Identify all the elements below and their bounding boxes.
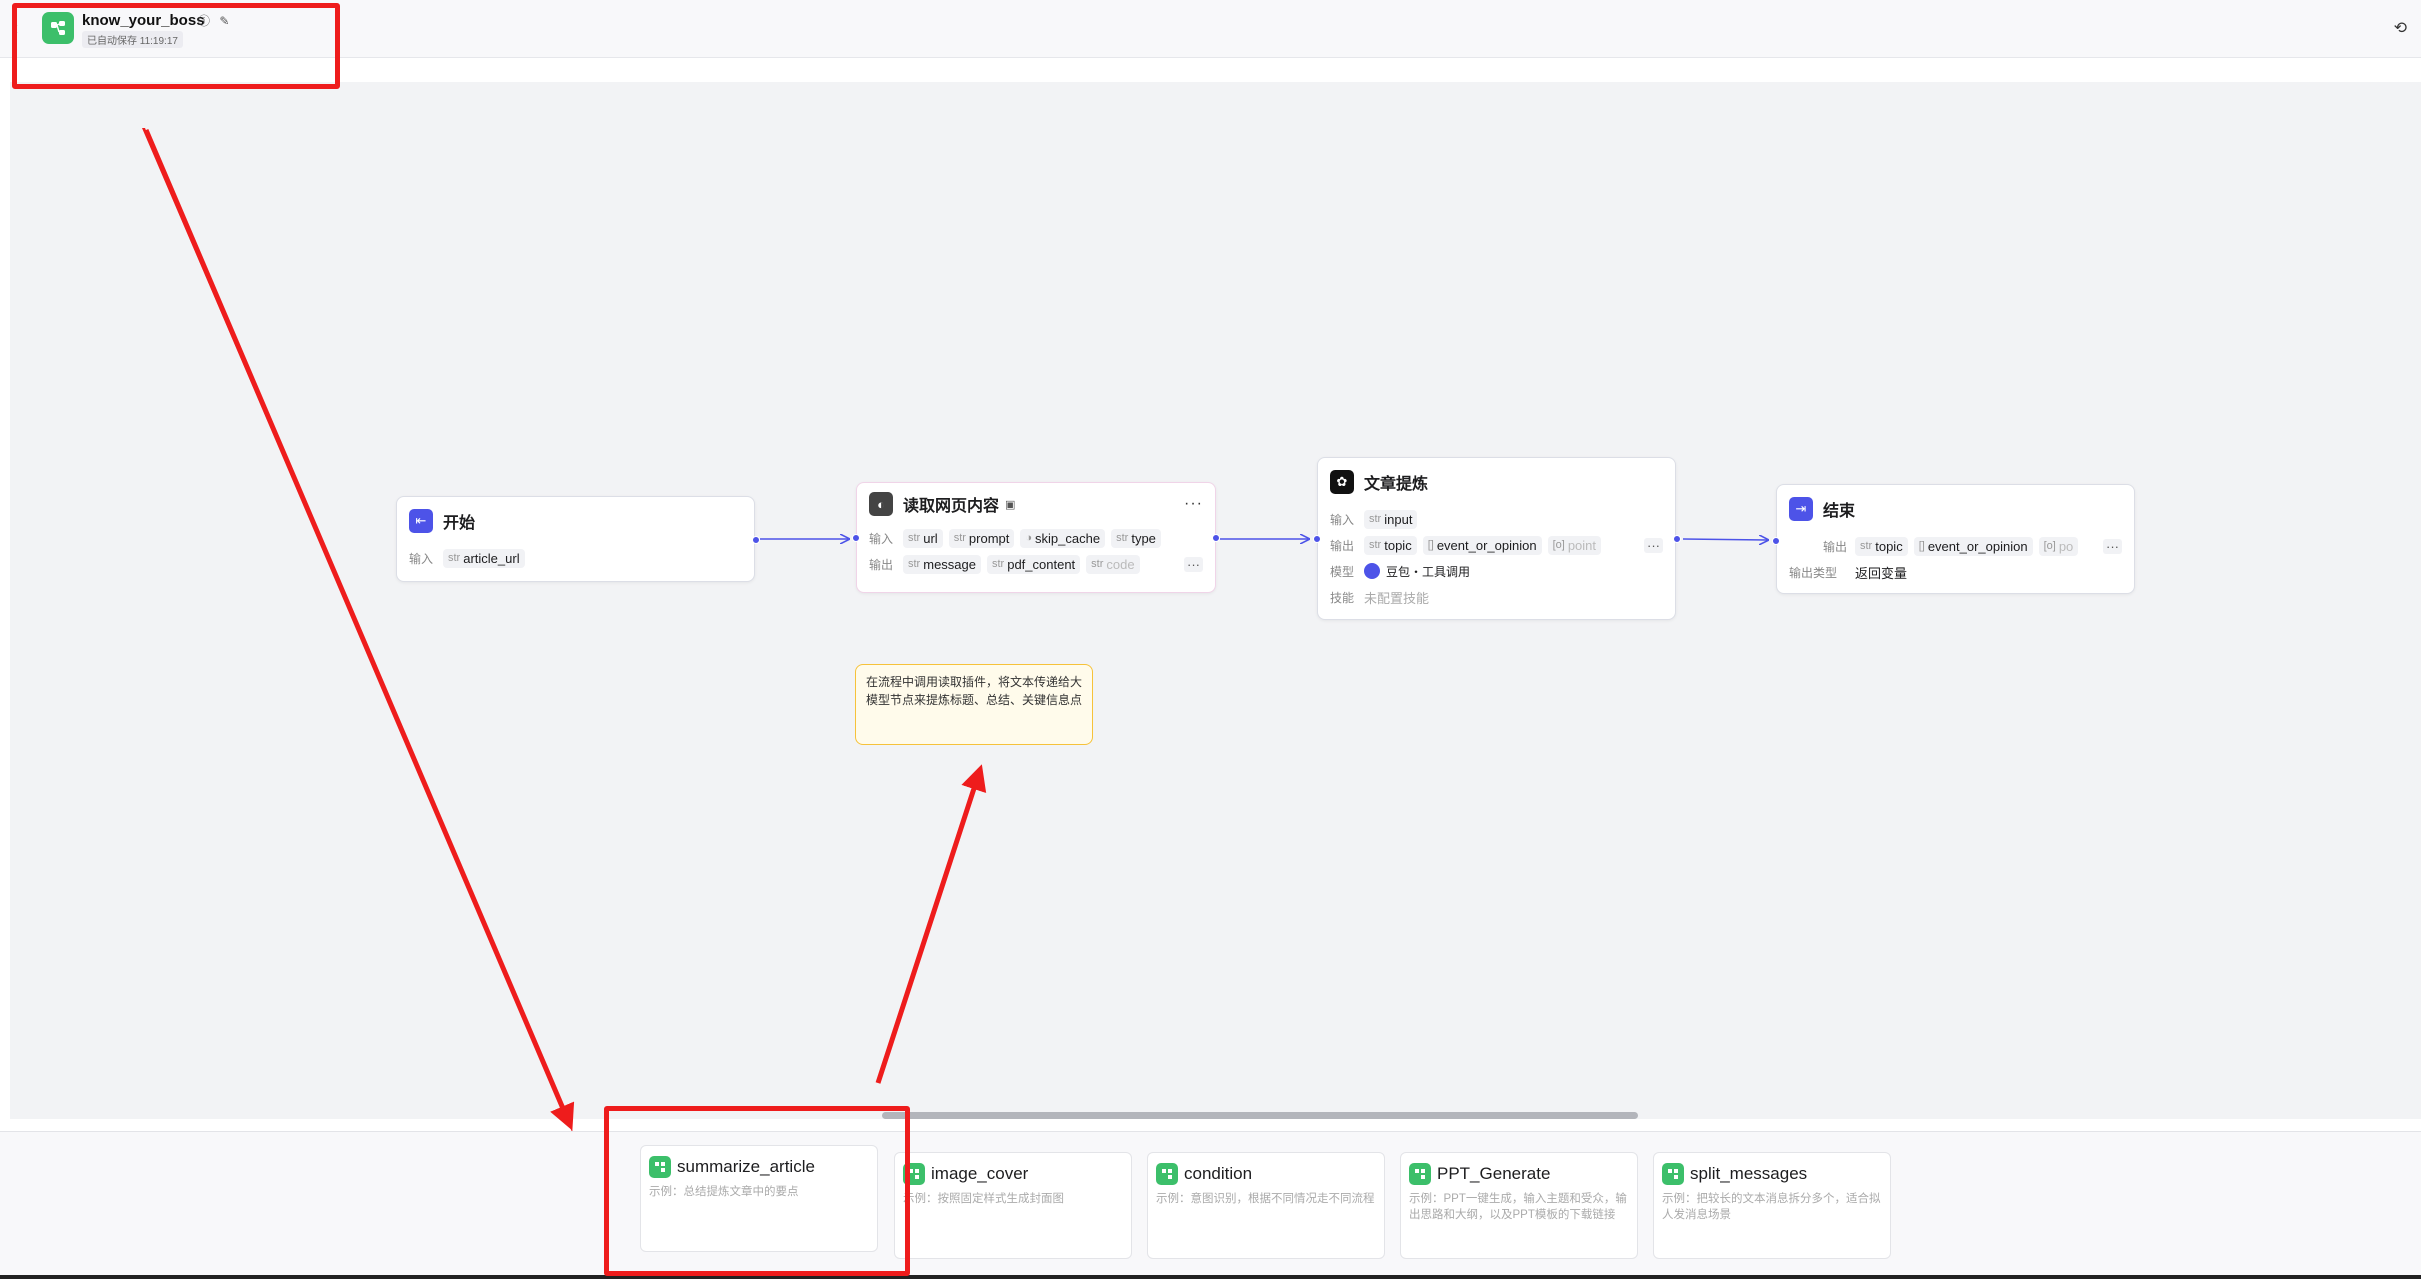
- input-label: 输入: [869, 531, 894, 546]
- output-label: 输出: [1330, 538, 1355, 553]
- end-node-icon: ⇥: [1789, 497, 1813, 521]
- model-value: 豆包・工具调用: [1386, 564, 1471, 579]
- more-outputs-button[interactable]: ···: [1184, 556, 1203, 572]
- template-desc: 示例：把较长的文本消息拆分多个，适合拟人发消息场景: [1662, 1193, 1881, 1221]
- variable-chip: str code: [1086, 554, 1140, 574]
- variable-chip: str message: [903, 554, 981, 574]
- history-icon[interactable]: ⟲: [2394, 18, 2407, 38]
- output-type-value: 返回变量: [1855, 565, 1908, 581]
- model-label: 模型: [1330, 564, 1355, 579]
- comment-note[interactable]: 在流程中调用读取插件，将文本传递给大模型节点来提炼标题、总结、关键信息点: [855, 664, 1093, 745]
- workflow-icon: [1662, 1163, 1684, 1185]
- input-port[interactable]: [1313, 535, 1321, 543]
- variable-chip: [o] point: [1547, 535, 1602, 555]
- bottom-border: [0, 1275, 2421, 1279]
- output-type-label: 输出类型: [1789, 565, 1838, 580]
- workflow-icon: [1156, 1163, 1178, 1185]
- template-card-split-messages[interactable]: split_messages 示例：把较长的文本消息拆分多个，适合拟人发消息场景: [1653, 1152, 1891, 1259]
- node-title: 读取网页内容: [903, 498, 1000, 515]
- start-node-icon: ⇤: [409, 509, 433, 533]
- node-article-extract[interactable]: ✿ 文章提炼 输入 str input 输出 str topic [] event_o…: [1313, 457, 1681, 620]
- input-port[interactable]: [852, 534, 860, 542]
- variable-chip: [] event_or_opinion: [1913, 536, 2033, 556]
- horizontal-scrollbar[interactable]: [882, 1112, 1638, 1119]
- template-card-condition[interactable]: condition 示例：意图识别，根据不同情况走不同流程: [1147, 1152, 1385, 1259]
- variable-chip: [o] po: [2038, 536, 2079, 556]
- variable-chip: str article_url: [443, 548, 525, 568]
- workflow-header: ‹ know_your_boss ⓘ ✎ 已自动保存 11:19:17 ⟲: [0, 0, 2421, 58]
- variable-chip: str pdf_content: [986, 554, 1081, 574]
- template-card-ppt-generate[interactable]: PPT_Generate 示例：PPT一键生成，输入主题和受众，输出思路和大纲，…: [1400, 1152, 1638, 1259]
- variable-chip: str prompt: [948, 528, 1015, 548]
- node-read-webpage[interactable]: ◐ 读取网页内容 ▣ ··· 输入 str url str prompt ◑ skip…: [852, 482, 1220, 593]
- output-port[interactable]: [1673, 535, 1681, 543]
- output-label: 输出: [1822, 539, 1847, 554]
- more-icon[interactable]: ···: [1184, 495, 1203, 513]
- variable-chip: str topic: [1855, 536, 1908, 556]
- variable-chip: ◑ skip_cache: [1020, 528, 1106, 548]
- node-start[interactable]: ⇤ 开始 输入 str article_url: [396, 496, 760, 582]
- left-strip: [0, 58, 10, 1131]
- skill-label: 技能: [1330, 590, 1355, 605]
- template-name: split_messages: [1690, 1164, 1808, 1183]
- plugin-avatar-icon: ◐: [869, 492, 893, 516]
- variable-chip: [] event_or_opinion: [1422, 535, 1542, 555]
- model-avatar-icon: [1364, 563, 1380, 579]
- node-end[interactable]: ⇥ 结束 输出 str topic [] event_or_opinion [o] p…: [1772, 484, 2135, 594]
- template-card-image-cover[interactable]: image_cover 示例：按照固定样式生成封面图: [894, 1152, 1132, 1259]
- template-name: PPT_Generate: [1437, 1164, 1551, 1183]
- output-port[interactable]: [1212, 534, 1220, 542]
- template-name: image_cover: [931, 1164, 1029, 1183]
- variable-chip: str input: [1364, 509, 1418, 529]
- output-label: 输出: [869, 557, 894, 572]
- output-port[interactable]: [752, 536, 760, 544]
- variable-chip: str topic: [1364, 535, 1417, 555]
- variable-chip: str url: [903, 528, 943, 548]
- node-title: 文章提炼: [1364, 476, 1429, 493]
- llm-node-icon: ✿: [1330, 470, 1354, 494]
- workflow-icon: [1409, 1163, 1431, 1185]
- skill-value: 未配置技能: [1364, 590, 1430, 606]
- input-label: 输入: [1330, 512, 1355, 527]
- template-desc: 示例：PPT一键生成，输入主题和受众，输出思路和大纲，以及PPT模板的下载链接: [1409, 1193, 1627, 1221]
- template-desc: 示例：按照固定样式生成封面图: [903, 1193, 1064, 1205]
- more-outputs-button[interactable]: ···: [1644, 537, 1663, 553]
- template-name: condition: [1184, 1164, 1253, 1183]
- workflow-canvas[interactable]: [10, 82, 2421, 1119]
- plugin-badge-icon: ▣: [1005, 498, 1016, 511]
- node-title: 开始: [443, 515, 476, 532]
- template-desc: 示例：意图识别，根据不同情况走不同流程: [1156, 1193, 1375, 1205]
- more-outputs-button[interactable]: ···: [2103, 538, 2122, 554]
- annotation-box-header: [12, 3, 340, 89]
- input-label: 输入: [409, 551, 434, 566]
- variable-chip: str type: [1111, 528, 1161, 548]
- input-port[interactable]: [1772, 537, 1780, 545]
- toggle-type-icon: ◑: [1025, 532, 1033, 544]
- node-title: 结束: [1823, 503, 1856, 520]
- annotation-box-template: [604, 1106, 910, 1276]
